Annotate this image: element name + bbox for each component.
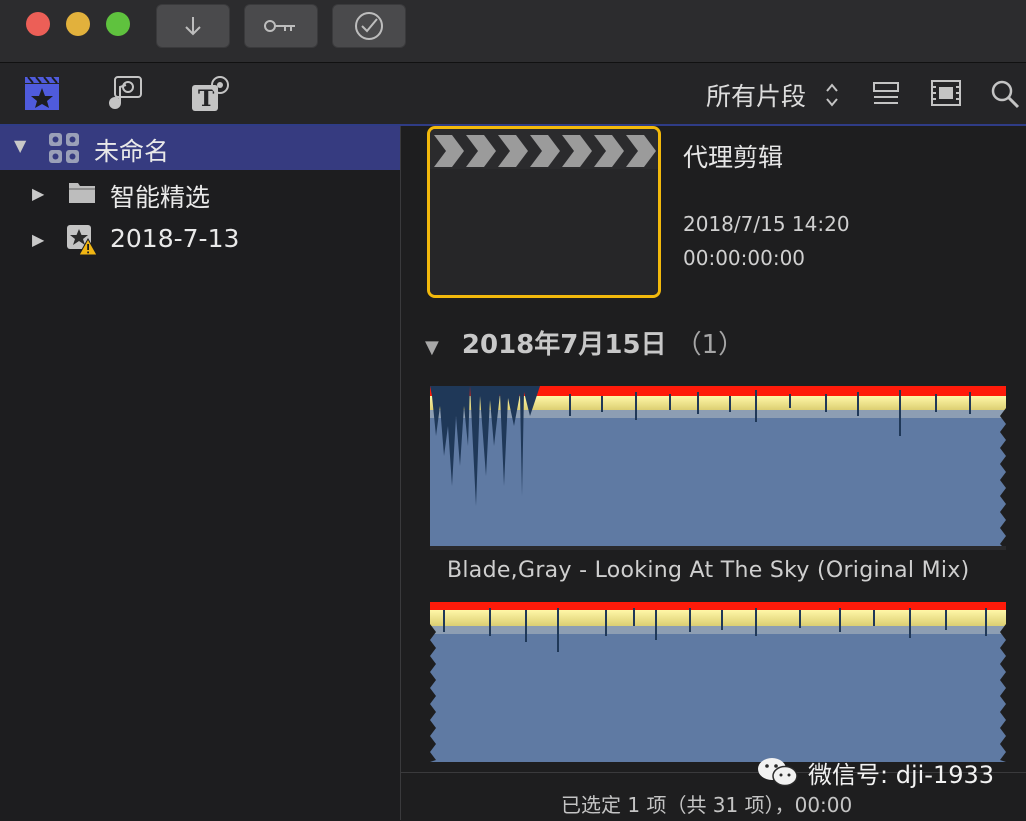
project-title: 代理剪辑	[683, 143, 784, 172]
watermark-text: 微信号: dji-1933	[808, 760, 995, 789]
libraries-icon	[25, 76, 59, 110]
analyze-icon	[355, 12, 383, 40]
titles-generators-icon: T	[192, 76, 229, 112]
disclosure-triangle-expanded-icon[interactable]: ▼	[14, 136, 26, 155]
library-icon	[49, 133, 79, 163]
library-sidebar: ▼ 未命名 ▶ 智能精选 ▶ 2018-7-13	[0, 126, 401, 820]
minimize-window-button[interactable]	[66, 12, 90, 36]
selection-status: 已选定 1 项（共 31 项），00:00	[561, 793, 853, 817]
clip-browser: 代理剪辑 2018/7/15 14:20 00:00:00:00 ▼ 2018年…	[401, 126, 1026, 820]
sidebar-item-label: 未命名	[94, 137, 170, 166]
import-button[interactable]	[156, 4, 230, 48]
keyword-button[interactable]	[244, 4, 318, 48]
keyword-icon	[264, 20, 295, 32]
sidebar-item-label: 2018-7-13	[110, 224, 240, 253]
wechat-icon	[758, 758, 798, 787]
folder-icon	[69, 183, 95, 203]
disclosure-triangle-icon[interactable]: ▶	[32, 230, 44, 249]
event-warning-icon	[67, 225, 98, 256]
title-bar	[0, 0, 1026, 63]
watermark: 微信号: dji-1933	[756, 752, 994, 792]
disclosure-triangle-icon[interactable]: ▶	[32, 184, 44, 203]
sidebar-item-smart-collections[interactable]: ▶ 智能精选	[0, 172, 400, 216]
clip-filter-menu[interactable]: 所有片段	[706, 77, 806, 113]
browser-toolbar: T 所有片段	[0, 63, 1026, 126]
group-count: （1）	[675, 330, 745, 360]
clip-name: Blade,Gray - Looking At The Sky (Origina…	[447, 558, 970, 583]
project-thumbnail[interactable]	[427, 126, 661, 298]
filter-chevron-icon	[826, 83, 838, 107]
sidebar-item-library[interactable]: ▼ 未命名	[0, 126, 400, 170]
filmstrip-view-icon[interactable]	[930, 79, 962, 109]
sidebar-item-label: 智能精选	[110, 183, 211, 212]
disclosure-triangle-expanded-icon[interactable]: ▼	[425, 337, 439, 358]
clapperboard-icon	[430, 129, 658, 295]
project-date: 2018/7/15 14:20	[683, 212, 850, 236]
group-date: 2018年7月15日	[461, 330, 667, 360]
zoom-window-button[interactable]	[106, 12, 130, 36]
import-icon	[185, 17, 201, 36]
sidebar-item-event[interactable]: ▶ 2018-7-13	[0, 218, 400, 262]
search-icon[interactable]	[990, 79, 1020, 109]
date-group-header[interactable]: ▼ 2018年7月15日 （1）	[425, 324, 744, 361]
close-window-button[interactable]	[26, 12, 50, 36]
titles-generators-tab[interactable]: T	[190, 75, 230, 117]
analyze-button[interactable]	[332, 4, 406, 48]
audio-clip-waveform[interactable]	[430, 386, 1006, 550]
audio-clip-waveform-2[interactable]	[430, 602, 1006, 762]
list-view-icon[interactable]	[872, 81, 900, 107]
photos-audio-icon	[109, 76, 142, 109]
libraries-tab[interactable]	[24, 75, 60, 115]
svg-text:T: T	[198, 86, 215, 112]
photos-audio-tab[interactable]	[107, 75, 145, 115]
project-duration: 00:00:00:00	[683, 246, 806, 270]
